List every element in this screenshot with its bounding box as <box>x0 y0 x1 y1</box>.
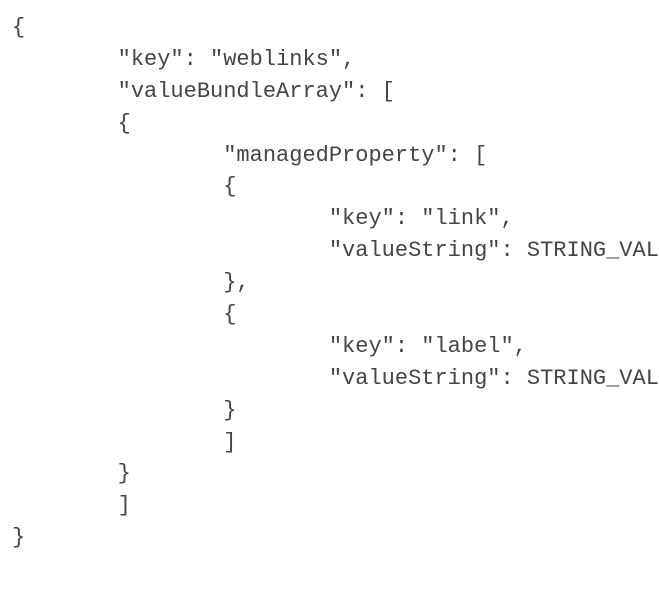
code-block: { "key": "weblinks", "valueBundleArray":… <box>12 12 647 554</box>
code-line: "managedProperty": [ <box>12 140 647 172</box>
code-line: "key": "link", <box>12 203 647 235</box>
code-line: } <box>12 395 647 427</box>
code-line: ] <box>12 490 647 522</box>
code-line: { <box>12 171 647 203</box>
code-line: "valueString": STRING_VALUE <box>12 363 647 395</box>
code-line: { <box>12 299 647 331</box>
code-line: "valueString": STRING_VALUE <box>12 235 647 267</box>
code-line: { <box>12 12 647 44</box>
code-line: "valueBundleArray": [ <box>12 76 647 108</box>
code-line: ] <box>12 427 647 459</box>
code-line: "key": "label", <box>12 331 647 363</box>
code-line: "key": "weblinks", <box>12 44 647 76</box>
code-line: } <box>12 522 647 554</box>
code-line: }, <box>12 267 647 299</box>
code-line: } <box>12 458 647 490</box>
code-line: { <box>12 108 647 140</box>
